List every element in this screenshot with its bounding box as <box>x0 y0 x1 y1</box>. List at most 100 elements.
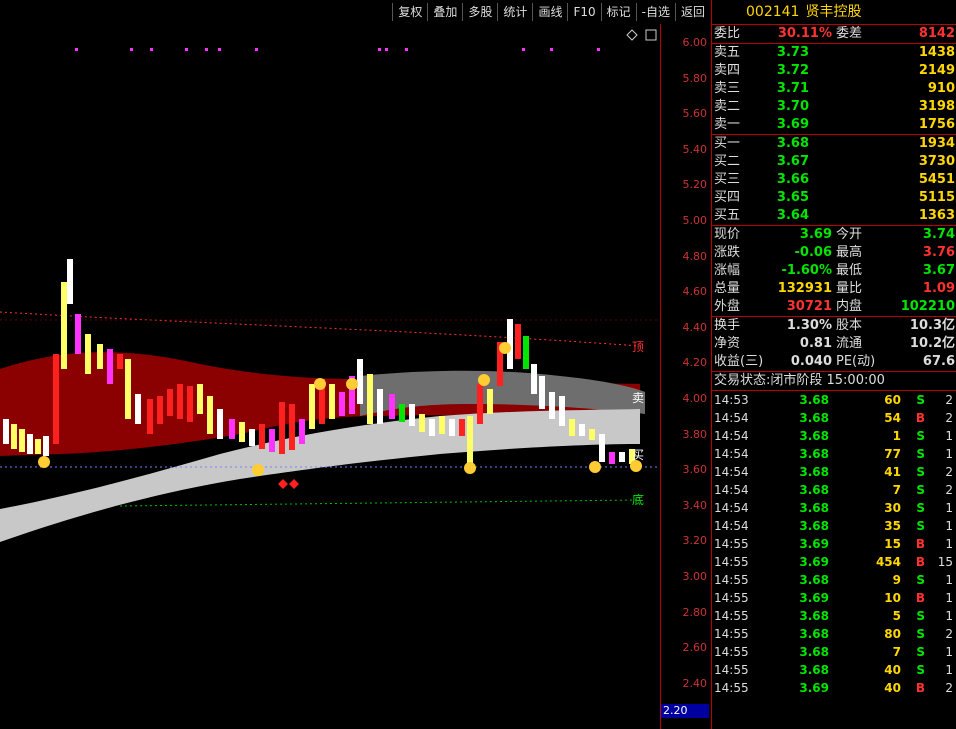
tick-price: 3.68 <box>799 447 829 461</box>
row-value: 3.69 <box>799 227 832 242</box>
toolbar-button[interactable]: F10 <box>567 3 600 21</box>
row-label-2: 股本 <box>836 318 863 333</box>
order-row[interactable]: 买五 3.64 1363 <box>712 207 956 225</box>
row-value-2: 67.6 <box>922 354 955 369</box>
tick-price: 3.68 <box>799 483 829 497</box>
candle <box>53 354 59 444</box>
tick-row[interactable]: 14:54 3.68 1 S 1 <box>712 427 956 445</box>
order-row[interactable]: 买一 3.68 1934 <box>712 135 956 153</box>
tick-row[interactable]: 14:54 3.68 7 S 2 <box>712 481 956 499</box>
tick-price: 3.68 <box>799 663 829 677</box>
toolbar-button[interactable]: 统计 <box>497 3 532 21</box>
tick-time: 14:55 <box>714 591 749 605</box>
tick-time: 14:55 <box>714 555 749 569</box>
order-volume: 1756 <box>918 117 955 132</box>
price-tick: 3.60 <box>682 463 708 477</box>
top-label: 顶 <box>632 340 644 354</box>
signal-dots <box>75 48 600 51</box>
tick-row[interactable]: 14:54 3.68 77 S 1 <box>712 445 956 463</box>
order-row[interactable]: 买三 3.66 5451 <box>712 171 956 189</box>
order-price: 3.72 <box>776 63 809 78</box>
tick-row[interactable]: 14:55 3.69 454 B 15 <box>712 553 956 571</box>
tick-row[interactable]: 14:55 3.68 80 S 2 <box>712 625 956 643</box>
candle <box>279 402 285 454</box>
order-row[interactable]: 买二 3.67 3730 <box>712 153 956 171</box>
tick-row[interactable]: 14:54 3.68 54 B 2 <box>712 409 956 427</box>
tick-row[interactable]: 14:54 3.68 35 S 1 <box>712 517 956 535</box>
candle <box>377 389 383 424</box>
order-row[interactable]: 卖二 3.70 3198 <box>712 98 956 116</box>
row-value: -1.60% <box>781 263 833 278</box>
tick-row[interactable]: 14:53 3.68 60 S 2 <box>712 391 956 409</box>
candle <box>135 394 141 424</box>
price-tick: 4.40 <box>682 320 708 334</box>
tick-row[interactable]: 14:55 3.68 40 S 1 <box>712 661 956 679</box>
candle <box>61 282 67 369</box>
order-row[interactable]: 卖一 3.69 1756 <box>712 116 956 134</box>
order-price: 3.73 <box>776 45 809 60</box>
toolbar-button[interactable]: -自选 <box>635 3 675 21</box>
candle <box>147 399 153 434</box>
order-volume: 2149 <box>918 63 955 78</box>
tick-volume: 454 <box>875 555 901 569</box>
tick-price: 3.68 <box>799 519 829 533</box>
tick-volume: 60 <box>884 393 901 407</box>
tick-row[interactable]: 14:54 3.68 41 S 2 <box>712 463 956 481</box>
order-row[interactable]: 卖五 3.73 1438 <box>712 44 956 62</box>
tick-row[interactable]: 14:55 3.68 5 S 1 <box>712 607 956 625</box>
toolbar-button[interactable]: 标记 <box>600 3 636 21</box>
tick-row[interactable]: 14:54 3.68 30 S 1 <box>712 499 956 517</box>
tick-count: 1 <box>945 573 953 587</box>
candle <box>389 394 395 419</box>
candle <box>97 344 103 369</box>
toolbar-button[interactable]: 多股 <box>462 3 497 21</box>
tick-count: 2 <box>945 627 953 641</box>
tick-row[interactable]: 14:55 3.68 7 S 1 <box>712 643 956 661</box>
candle <box>339 392 345 416</box>
toolbar-button[interactable]: 画线 <box>532 3 567 21</box>
tick-price: 3.68 <box>799 501 829 515</box>
row-value: 30721 <box>786 299 832 314</box>
tick-price: 3.68 <box>799 573 829 587</box>
order-row[interactable]: 卖四 3.72 2149 <box>712 62 956 80</box>
candle <box>619 452 625 462</box>
order-label: 卖一 <box>714 117 741 132</box>
toolbar-button[interactable]: 叠加 <box>427 3 462 21</box>
signal-dot <box>218 48 221 51</box>
smiley-icon <box>314 378 326 390</box>
toolbar-button[interactable]: 复权 <box>392 3 427 21</box>
price-tick: 4.60 <box>682 285 708 299</box>
corner-box-icon[interactable] <box>645 29 657 41</box>
kline-chart[interactable]: 顶 卖 买 底 <box>0 24 710 729</box>
tick-volume: 40 <box>884 663 901 677</box>
candle <box>85 334 91 374</box>
tick-row[interactable]: 14:55 3.68 9 S 1 <box>712 571 956 589</box>
row-value: 132931 <box>777 281 832 296</box>
tick-row[interactable]: 14:55 3.69 15 B 1 <box>712 535 956 553</box>
corner-diamond-icon[interactable] <box>626 29 638 41</box>
candle <box>367 374 373 424</box>
bottom-line <box>119 499 641 507</box>
toolbar-button[interactable]: 返回 <box>674 3 710 21</box>
tick-row[interactable]: 14:55 3.69 10 B 1 <box>712 589 956 607</box>
tick-row[interactable]: 14:55 3.69 40 B 2 <box>712 679 956 697</box>
stock-name[interactable]: 贤丰控股 <box>805 4 861 20</box>
candle <box>157 396 163 424</box>
tick-volume: 7 <box>892 483 901 497</box>
panel-row: 涨幅 -1.60% 最低 3.67 <box>712 262 956 280</box>
tick-side: S <box>916 573 925 587</box>
signal-dot <box>378 48 381 51</box>
tick-count: 2 <box>945 465 953 479</box>
candle <box>449 419 455 436</box>
order-row[interactable]: 卖三 3.71 910 <box>712 80 956 98</box>
signal-dot <box>205 48 208 51</box>
tick-time: 14:54 <box>714 483 749 497</box>
candle <box>125 359 131 419</box>
order-row[interactable]: 买四 3.65 5115 <box>712 189 956 207</box>
row-value-2: 10.2亿 <box>909 336 955 351</box>
tick-volume: 1 <box>892 429 901 443</box>
tick-side: B <box>915 555 925 569</box>
tick-list[interactable]: 14:53 3.68 60 S 2 14:54 3.68 54 B 2 14:54 3.68 1 S 1 14… <box>712 391 956 697</box>
price-tick: 4.00 <box>682 392 708 405</box>
tick-count: 1 <box>945 663 953 677</box>
